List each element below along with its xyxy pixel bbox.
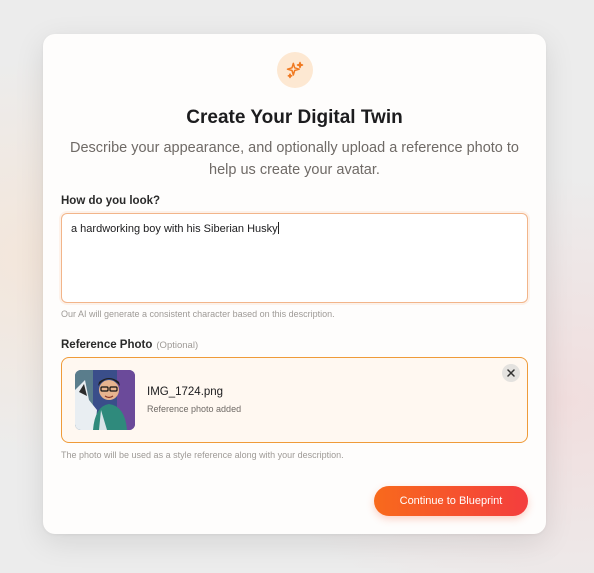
- optional-tag: (Optional): [156, 340, 199, 351]
- appearance-description-value: a hardworking boy with his Siberian Husk…: [71, 223, 278, 235]
- dialog-title: Create Your Digital Twin: [186, 107, 403, 128]
- continue-to-blueprint-button[interactable]: Continue to Blueprint: [374, 486, 528, 516]
- description-label: How do you look?: [61, 195, 161, 207]
- dialog-subtitle: Describe your appearance, and optionally…: [70, 140, 519, 178]
- reference-photo-label-text: Reference Photo: [61, 339, 153, 351]
- close-icon: [507, 369, 515, 377]
- create-twin-dialog: Create Your Digital Twin Describe your a…: [43, 34, 546, 534]
- sparkles-icon-badge: [277, 52, 313, 88]
- description-hint: Our AI will generate a consistent charac…: [61, 309, 335, 319]
- reference-photo-status: Reference photo added: [147, 404, 242, 414]
- reference-photo-dropzone[interactable]: IMG_1724.png Reference photo added: [61, 357, 528, 443]
- reference-photo-label: Reference Photo (Optional): [61, 339, 198, 351]
- reference-photo-hint: The photo will be used as a style refere…: [61, 450, 344, 460]
- reference-photo-filename: IMG_1724.png: [147, 386, 224, 398]
- text-cursor: [277, 222, 279, 234]
- sparkles-icon: [286, 61, 304, 79]
- appearance-description-textarea[interactable]: a hardworking boy with his Siberian Husk…: [61, 213, 528, 303]
- reference-photo-thumbnail: [75, 370, 135, 430]
- reference-photo-image: [75, 370, 135, 430]
- remove-photo-button[interactable]: [502, 364, 520, 382]
